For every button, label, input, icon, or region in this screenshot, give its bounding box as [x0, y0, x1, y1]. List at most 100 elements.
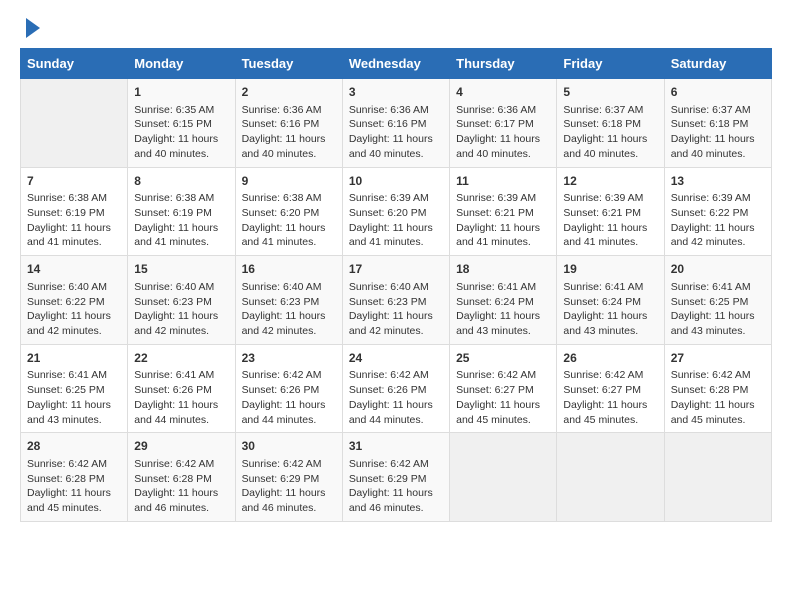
calendar-cell: 27Sunrise: 6:42 AMSunset: 6:28 PMDayligh… [664, 344, 771, 433]
cell-content: Sunset: 6:17 PM [456, 117, 550, 132]
cell-content: Sunset: 6:26 PM [134, 383, 228, 398]
cell-content: Sunrise: 6:39 AM [349, 191, 443, 206]
cell-content: Sunrise: 6:42 AM [456, 368, 550, 383]
cell-content: Daylight: 11 hours and 45 minutes. [563, 398, 657, 427]
day-header-sunday: Sunday [21, 49, 128, 79]
cell-content: Daylight: 11 hours and 41 minutes. [134, 221, 228, 250]
cell-content: Sunrise: 6:40 AM [349, 280, 443, 295]
calendar-cell [21, 79, 128, 168]
calendar-cell: 24Sunrise: 6:42 AMSunset: 6:26 PMDayligh… [342, 344, 449, 433]
cell-content: Sunset: 6:23 PM [242, 295, 336, 310]
day-number: 23 [242, 350, 336, 367]
calendar-cell: 3Sunrise: 6:36 AMSunset: 6:16 PMDaylight… [342, 79, 449, 168]
calendar-cell: 19Sunrise: 6:41 AMSunset: 6:24 PMDayligh… [557, 256, 664, 345]
cell-content: Sunset: 6:27 PM [563, 383, 657, 398]
cell-content: Sunrise: 6:36 AM [242, 103, 336, 118]
day-number: 9 [242, 173, 336, 190]
cell-content: Daylight: 11 hours and 43 minutes. [27, 398, 121, 427]
calendar-cell: 21Sunrise: 6:41 AMSunset: 6:25 PMDayligh… [21, 344, 128, 433]
calendar-cell: 1Sunrise: 6:35 AMSunset: 6:15 PMDaylight… [128, 79, 235, 168]
day-number: 30 [242, 438, 336, 455]
cell-content: Sunset: 6:22 PM [671, 206, 765, 221]
calendar-cell: 10Sunrise: 6:39 AMSunset: 6:20 PMDayligh… [342, 167, 449, 256]
cell-content: Sunrise: 6:41 AM [134, 368, 228, 383]
day-number: 19 [563, 261, 657, 278]
cell-content: Daylight: 11 hours and 45 minutes. [671, 398, 765, 427]
calendar-cell: 13Sunrise: 6:39 AMSunset: 6:22 PMDayligh… [664, 167, 771, 256]
calendar-week-row: 28Sunrise: 6:42 AMSunset: 6:28 PMDayligh… [21, 433, 772, 522]
cell-content: Sunset: 6:23 PM [349, 295, 443, 310]
calendar-cell: 11Sunrise: 6:39 AMSunset: 6:21 PMDayligh… [450, 167, 557, 256]
day-number: 4 [456, 84, 550, 101]
cell-content: Daylight: 11 hours and 43 minutes. [563, 309, 657, 338]
cell-content: Sunset: 6:15 PM [134, 117, 228, 132]
calendar-cell: 23Sunrise: 6:42 AMSunset: 6:26 PMDayligh… [235, 344, 342, 433]
cell-content: Daylight: 11 hours and 44 minutes. [134, 398, 228, 427]
calendar-cell: 5 Sunrise: 6:37 AMSunset: 6:18 PMDaylight… [557, 79, 664, 168]
day-number: 26 [563, 350, 657, 367]
cell-content: Sunrise: 6:36 AM [349, 103, 443, 118]
day-number: 28 [27, 438, 121, 455]
day-number: 25 [456, 350, 550, 367]
cell-content: Daylight: 11 hours and 44 minutes. [349, 398, 443, 427]
days-header-row: SundayMondayTuesdayWednesdayThursdayFrid… [21, 49, 772, 79]
cell-content: Sunset: 6:24 PM [456, 295, 550, 310]
day-number: 18 [456, 261, 550, 278]
day-number: 5 [563, 84, 657, 101]
calendar-table: SundayMondayTuesdayWednesdayThursdayFrid… [20, 48, 772, 522]
calendar-cell: 31Sunrise: 6:42 AMSunset: 6:29 PMDayligh… [342, 433, 449, 522]
calendar-cell: 8Sunrise: 6:38 AMSunset: 6:19 PMDaylight… [128, 167, 235, 256]
logo [20, 20, 40, 38]
day-number: 12 [563, 173, 657, 190]
cell-content: Daylight: 11 hours and 44 minutes. [242, 398, 336, 427]
day-number: 16 [242, 261, 336, 278]
cell-content: Sunrise: 6:42 AM [349, 457, 443, 472]
calendar-cell [664, 433, 771, 522]
cell-content: Sunset: 6:26 PM [349, 383, 443, 398]
cell-content: Daylight: 11 hours and 45 minutes. [27, 486, 121, 515]
cell-content: Sunrise: 6:39 AM [563, 191, 657, 206]
calendar-cell: 20Sunrise: 6:41 AMSunset: 6:25 PMDayligh… [664, 256, 771, 345]
day-number: 21 [27, 350, 121, 367]
cell-content: Daylight: 11 hours and 46 minutes. [134, 486, 228, 515]
day-number: 24 [349, 350, 443, 367]
cell-content: Sunset: 6:18 PM [671, 117, 765, 132]
cell-content: Daylight: 11 hours and 41 minutes. [27, 221, 121, 250]
cell-content: Sunrise: 6:37 AM [563, 103, 657, 118]
calendar-cell: 15Sunrise: 6:40 AMSunset: 6:23 PMDayligh… [128, 256, 235, 345]
day-number: 10 [349, 173, 443, 190]
cell-content: Sunset: 6:23 PM [134, 295, 228, 310]
logo-arrow-icon [26, 18, 40, 38]
cell-content: Sunset: 6:16 PM [242, 117, 336, 132]
calendar-cell: 26Sunrise: 6:42 AMSunset: 6:27 PMDayligh… [557, 344, 664, 433]
cell-content: Sunrise: 6:38 AM [27, 191, 121, 206]
cell-content: Sunrise: 6:41 AM [671, 280, 765, 295]
cell-content: Daylight: 11 hours and 42 minutes. [27, 309, 121, 338]
cell-content: Daylight: 11 hours and 42 minutes. [349, 309, 443, 338]
day-number: 2 [242, 84, 336, 101]
cell-content: Daylight: 11 hours and 41 minutes. [349, 221, 443, 250]
calendar-cell: 28Sunrise: 6:42 AMSunset: 6:28 PMDayligh… [21, 433, 128, 522]
day-header-thursday: Thursday [450, 49, 557, 79]
day-number: 14 [27, 261, 121, 278]
day-number: 11 [456, 173, 550, 190]
cell-content: Daylight: 11 hours and 40 minutes. [563, 132, 657, 161]
cell-content: Sunset: 6:19 PM [134, 206, 228, 221]
cell-content: Sunset: 6:18 PM [563, 117, 657, 132]
cell-content: Daylight: 11 hours and 41 minutes. [563, 221, 657, 250]
cell-content: Sunset: 6:25 PM [671, 295, 765, 310]
cell-content: Sunrise: 6:36 AM [456, 103, 550, 118]
cell-content: Sunset: 6:21 PM [563, 206, 657, 221]
day-header-wednesday: Wednesday [342, 49, 449, 79]
day-number: 3 [349, 84, 443, 101]
day-number: 8 [134, 173, 228, 190]
cell-content: Sunrise: 6:42 AM [349, 368, 443, 383]
day-number: 27 [671, 350, 765, 367]
cell-content: Sunset: 6:28 PM [134, 472, 228, 487]
cell-content: Sunset: 6:29 PM [242, 472, 336, 487]
cell-content: Sunrise: 6:42 AM [134, 457, 228, 472]
cell-content: Daylight: 11 hours and 41 minutes. [242, 221, 336, 250]
cell-content: Sunrise: 6:42 AM [563, 368, 657, 383]
cell-content: Daylight: 11 hours and 40 minutes. [242, 132, 336, 161]
calendar-cell: 7Sunrise: 6:38 AMSunset: 6:19 PMDaylight… [21, 167, 128, 256]
